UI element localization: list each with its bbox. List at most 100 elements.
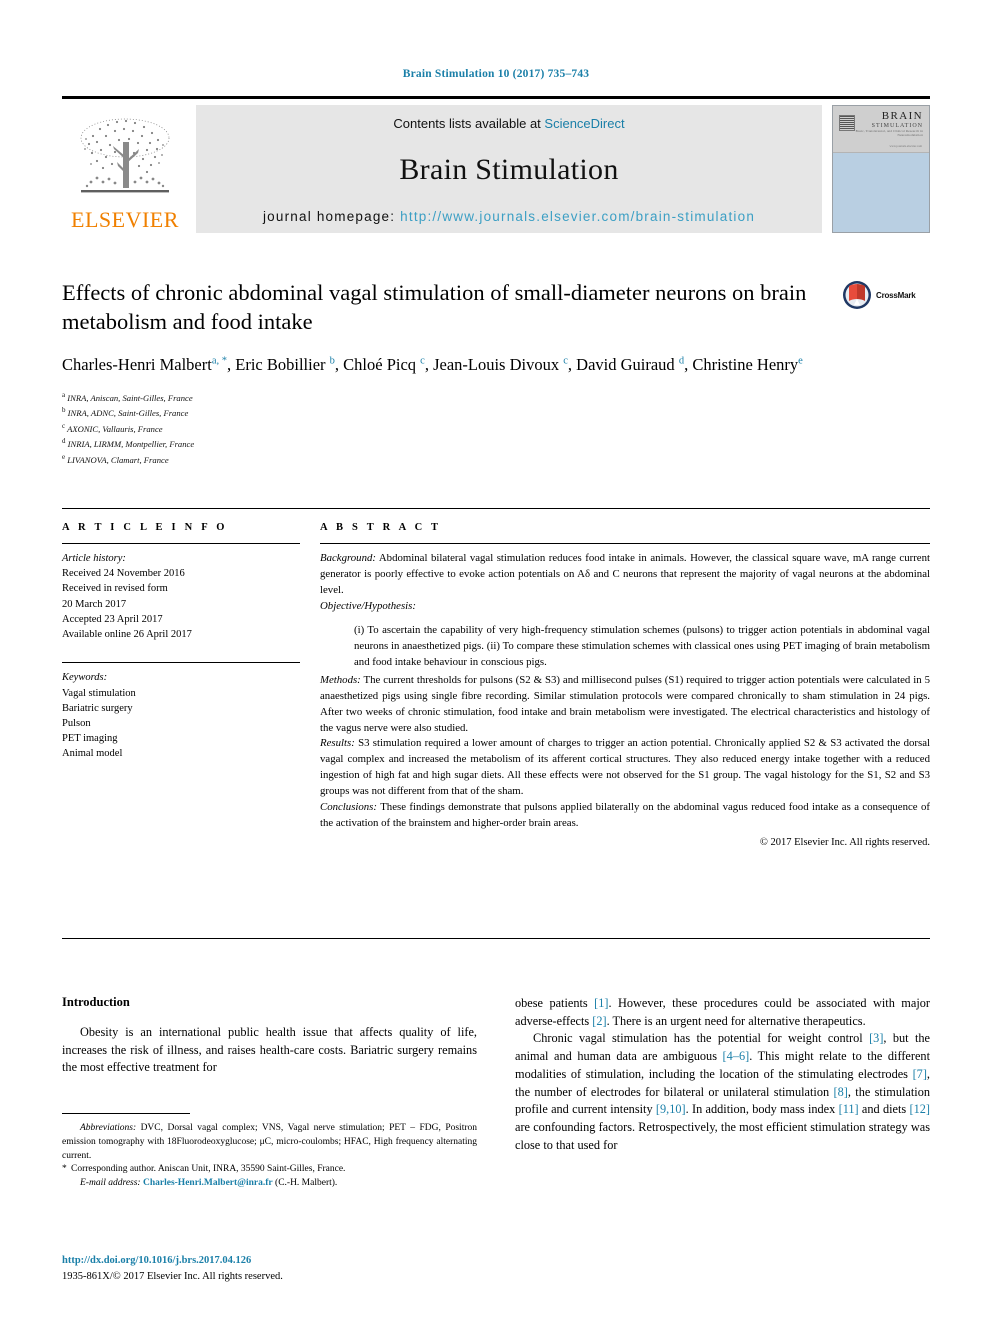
article-info-column: A R T I C L E I N F O Article history: R…	[62, 522, 320, 850]
intro-r2-seg-a: Chronic vagal stimulation has the potent…	[533, 1031, 870, 1046]
introduction-paragraph-left: Obesity is an international public healt…	[62, 1025, 477, 1075]
citation-ref-1[interactable]: [1]	[594, 996, 608, 1010]
abstract-heading: A B S T R A C T	[320, 522, 442, 533]
page-title: Effects of chronic abdominal vagal stimu…	[62, 280, 807, 335]
keywords-rule	[62, 662, 300, 664]
cover-title-line2: STIMULATION	[871, 122, 923, 129]
author-marks-4: c	[563, 355, 568, 366]
history-item: Received in revised form	[62, 583, 168, 595]
affiliation-item: a INRA, Aniscan, Saint-Gilles, France	[62, 390, 930, 405]
abstract-results-paragraph: Results: S3 stimulation required a lower…	[320, 736, 930, 799]
abstract-conclusions-label: Conclusions:	[320, 800, 377, 813]
email-link[interactable]: Charles-Henri.Malbert@inra.fr	[143, 1178, 273, 1188]
email-label: E-mail address:	[80, 1178, 141, 1189]
affiliation-text: AXONIC, Vallauris, France	[67, 423, 163, 434]
cover-url-text: www.journals.elsevier.com	[889, 144, 922, 148]
affiliation-item: d INRIA, LIRMM, Montpellier, France	[62, 436, 930, 451]
keywords-label: Keywords:	[62, 672, 108, 684]
doi-link[interactable]: http://dx.doi.org/10.1016/j.brs.2017.04.…	[62, 1253, 482, 1269]
sciencedirect-link[interactable]: ScienceDirect	[544, 116, 624, 131]
abstract-methods-label: Methods:	[320, 674, 361, 687]
abstract-rule	[320, 543, 930, 544]
citation-ref-12[interactable]: [12]	[910, 1102, 931, 1116]
affiliation-mark: a	[62, 390, 66, 399]
journal-homepage-line: journal homepage: http://www.journals.el…	[263, 209, 755, 224]
corresponding-author-footnote: * Corresponding author. Aniscan Unit, INR…	[62, 1163, 477, 1177]
affiliation-item: c AXONIC, Vallauris, France	[62, 421, 930, 436]
author-name-4: Jean-Louis Divoux	[433, 354, 560, 374]
affiliation-mark: e	[62, 452, 66, 461]
affiliation-mark: b	[62, 406, 66, 415]
running-head-citation: Brain Stimulation 10 (2017) 735–743	[402, 68, 590, 80]
abstract-zone-top-rule	[62, 508, 930, 509]
intro-r1-seg-a: obese patients	[515, 996, 595, 1010]
abstract-results-label: Results:	[320, 737, 355, 750]
abstract-background-text: Abdominal bilateral vagal stimulation re…	[320, 552, 930, 596]
homepage-prefix: journal homepage:	[262, 209, 401, 224]
body-column-right: obese patients [1]. However, these proce…	[515, 995, 930, 1154]
citation-ref-4-6[interactable]: [4–6]	[723, 1049, 750, 1063]
author-marks-5: d	[678, 355, 685, 366]
author-list: Charles-Henri Malberta, *, Eric Bobillie…	[62, 354, 803, 374]
citation-ref-3[interactable]: [3]	[869, 1031, 883, 1045]
abstract-results-text: S3 stimulation required a lower amount o…	[320, 737, 930, 798]
title-block: Effects of chronic abdominal vagal stimu…	[62, 278, 930, 467]
affiliation-text: LIVANOVA, Clamart, France	[67, 454, 169, 465]
citation-ref-9-10[interactable]: [9,10]	[656, 1102, 686, 1116]
email-suffix: (C.-H. Malbert).	[272, 1178, 338, 1189]
elsevier-tree-icon	[80, 118, 170, 193]
paper-page: Brain Stimulation 10 (2017) 735–743 ELSE…	[0, 0, 992, 1323]
citation-ref-2[interactable]: [2]	[592, 1014, 606, 1028]
abstract-methods-paragraph: Methods: The current thresholds for puls…	[320, 673, 930, 736]
citation-ref-8[interactable]: [8]	[834, 1085, 848, 1099]
abstract-conclusions-text: These findings demonstrate that pulsons …	[320, 800, 930, 829]
abstract-objective-list: (i) To ascertain the capability of very …	[320, 623, 930, 671]
intro-r2-seg-g: and diets	[858, 1102, 910, 1117]
footnote-star-marker: *	[62, 1164, 67, 1175]
affiliation-mark: c	[62, 421, 66, 430]
history-item: Accepted 23 April 2017	[62, 613, 163, 625]
introduction-paragraph-right-1: obese patients [1]. However, these proce…	[515, 995, 930, 1030]
citation-ref-7[interactable]: [7]	[913, 1067, 927, 1081]
contents-available-line: Contents lists available at ScienceDirec…	[393, 116, 624, 131]
keyword-item: Vagal stimulation	[62, 687, 136, 699]
keyword-item: Animal model	[62, 748, 123, 760]
abbreviations-label: Abbreviations:	[80, 1123, 137, 1133]
abstract-objective-label-line: Objective/Hypothesis:	[320, 599, 930, 615]
author-name-3: Chloé Picq	[343, 354, 417, 374]
crossmark-label: CrossMark	[876, 290, 916, 300]
cover-title-block: BRAIN STIMULATION Basic, Translational, …	[833, 110, 923, 138]
footnote-block: Abbreviations: DVC, Dorsal vagal complex…	[62, 1122, 477, 1191]
abstract-copyright: © 2017 Elsevier Inc. All rights reserved…	[759, 836, 930, 848]
history-item: Available online 26 April 2017	[62, 629, 192, 641]
intro-r2-seg-f: . In addition, body mass index	[685, 1102, 839, 1117]
abstract-conclusions-paragraph: Conclusions: These findings demonstrate …	[320, 800, 930, 832]
article-info-heading: A R T I C L E I N F O	[62, 522, 228, 533]
doi-and-issn-block: http://dx.doi.org/10.1016/j.brs.2017.04.…	[62, 1253, 482, 1285]
crossmark-badge[interactable]: CrossMark	[842, 280, 930, 310]
homepage-url-link[interactable]: http://www.journals.elsevier.com/brain-s…	[400, 209, 755, 224]
author-marks-2: b	[329, 355, 335, 366]
abstract-methods-text: The current thresholds for pulsons (S2 &…	[320, 674, 930, 734]
corresponding-author-text: Corresponding author. Aniscan Unit, INRA…	[71, 1164, 346, 1175]
keyword-item: PET imaging	[62, 733, 118, 745]
affiliation-list: a INRA, Aniscan, Saint-Gilles, France b …	[62, 390, 930, 467]
footnote-separator-rule	[62, 1113, 190, 1114]
masthead-top-rule	[62, 96, 930, 99]
author-name-6: Christine Henry	[692, 354, 799, 374]
elsevier-wordmark: ELSEVIER	[71, 207, 179, 232]
affiliation-text: INRA, ADNC, Saint-Gilles, France	[67, 408, 189, 419]
article-info-rule	[62, 543, 300, 544]
article-history-block: Article history: Received 24 November 20…	[62, 551, 300, 642]
abstract-column: A B S T R A C T Background: Abdominal bi…	[320, 522, 930, 850]
affiliation-mark: d	[62, 437, 66, 446]
intro-r1-seg-c: . There is an urgent need for alternativ…	[606, 1013, 866, 1028]
keywords-block: Keywords: Vagal stimulation Bariatric su…	[62, 670, 300, 761]
citation-ref-11[interactable]: [11]	[839, 1102, 859, 1116]
elsevier-logo: ELSEVIER	[62, 105, 188, 233]
cover-subtitle: Basic, Translational, and Clinical Resea…	[855, 129, 923, 138]
abbreviations-footnote: Abbreviations: DVC, Dorsal vagal complex…	[62, 1122, 477, 1163]
history-item: Received 24 November 2016	[62, 568, 185, 580]
author-marks-6: e	[798, 355, 803, 366]
abstract-body: Background: Abdominal bilateral vagal st…	[320, 551, 930, 850]
